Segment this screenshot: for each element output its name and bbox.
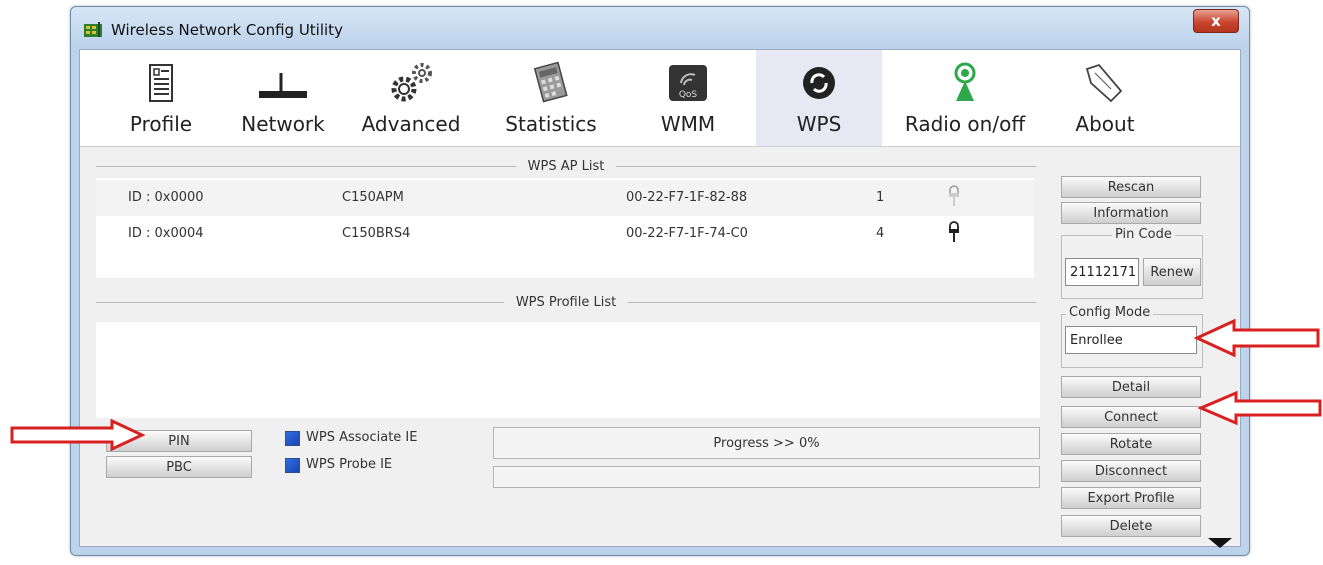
wps-ap-list-title: WPS AP List bbox=[527, 158, 605, 174]
tab-label: About bbox=[1075, 112, 1135, 136]
svg-text:QoS: QoS bbox=[679, 90, 698, 100]
app-icon bbox=[84, 22, 102, 37]
app-window: Wireless Network Config Utility x Profil… bbox=[70, 6, 1250, 556]
ap-list-row[interactable]: ID : 0x0000 C150APM 00-22-F7-1F-82-88 1 bbox=[96, 180, 1034, 216]
tab-label: WPS bbox=[796, 112, 842, 136]
ap-id: ID : 0x0004 bbox=[128, 226, 204, 241]
delete-button[interactable]: Delete bbox=[1061, 515, 1201, 537]
wps-probe-ie-checkbox[interactable] bbox=[285, 458, 300, 473]
radio-icon bbox=[954, 62, 976, 101]
wps-profile-list-header: WPS Profile List bbox=[96, 292, 1037, 312]
wps-probe-ie-label: WPS Probe IE bbox=[306, 457, 393, 472]
tab-label: Network bbox=[241, 112, 325, 136]
tab-about[interactable]: About bbox=[1042, 50, 1168, 146]
export-profile-button[interactable]: Export Profile bbox=[1061, 487, 1201, 509]
rotate-button[interactable]: Rotate bbox=[1061, 433, 1201, 455]
tab-wps[interactable]: WPS bbox=[756, 50, 882, 146]
connect-button[interactable]: Connect bbox=[1061, 406, 1201, 428]
about-icon bbox=[1085, 63, 1123, 103]
wps-profile-list[interactable] bbox=[96, 322, 1040, 418]
tab-label: WMM bbox=[660, 112, 716, 136]
window-title: Wireless Network Config Utility bbox=[111, 21, 343, 39]
tab-network[interactable]: Network bbox=[220, 50, 346, 146]
tab-label: Radio on/off bbox=[904, 112, 1026, 136]
lock-open-icon bbox=[949, 185, 959, 206]
ap-ssid: C150APM bbox=[342, 190, 404, 205]
pbc-button[interactable]: PBC bbox=[106, 456, 252, 478]
red-arrow-config-mode-icon bbox=[1194, 318, 1320, 358]
ap-list-row[interactable]: ID : 0x0004 C150BRS4 00-22-F7-1F-74-C0 4 bbox=[96, 216, 1034, 252]
renew-button[interactable]: Renew bbox=[1143, 258, 1201, 286]
progress-bar: Progress >> 0% bbox=[493, 427, 1040, 459]
ap-bssid: 00-22-F7-1F-74-C0 bbox=[626, 226, 748, 241]
statistics-icon bbox=[533, 61, 568, 103]
lock-closed-icon bbox=[949, 221, 959, 242]
advanced-gears-icon bbox=[391, 63, 432, 102]
ap-channel: 1 bbox=[876, 190, 885, 205]
wps-ap-list-header: WPS AP List bbox=[96, 156, 1037, 176]
tab-label: Statistics bbox=[505, 112, 597, 136]
config-mode-value: Enrollee bbox=[1070, 332, 1123, 348]
wps-icon bbox=[803, 67, 835, 99]
pin-code-label: Pin Code bbox=[1112, 227, 1175, 242]
detail-button[interactable]: Detail bbox=[1061, 376, 1201, 398]
information-button[interactable]: Information bbox=[1061, 202, 1201, 224]
ap-id: ID : 0x0000 bbox=[128, 190, 204, 205]
progress-text: Progress >> 0% bbox=[713, 435, 820, 451]
close-button[interactable]: x bbox=[1193, 9, 1239, 33]
tab-label: Advanced bbox=[361, 112, 461, 136]
wps-associate-ie-checkbox[interactable] bbox=[285, 431, 300, 446]
client-area: Profile Network Advanced Statistics QoS … bbox=[79, 49, 1241, 548]
rescan-button[interactable]: Rescan bbox=[1061, 176, 1201, 198]
tab-wmm[interactable]: QoS WMM bbox=[625, 50, 751, 146]
tab-profile[interactable]: Profile bbox=[98, 50, 224, 146]
progress-bar-secondary bbox=[493, 466, 1040, 488]
tab-statistics[interactable]: Statistics bbox=[488, 50, 614, 146]
wps-associate-ie-label: WPS Associate IE bbox=[306, 430, 418, 445]
wps-ap-list[interactable]: ID : 0x0000 C150APM 00-22-F7-1F-82-88 1 … bbox=[96, 178, 1034, 278]
close-icon: x bbox=[1211, 12, 1221, 30]
wmm-qos-icon: QoS bbox=[669, 65, 707, 101]
disconnect-button[interactable]: Disconnect bbox=[1061, 460, 1201, 482]
config-mode-label: Config Mode bbox=[1066, 305, 1154, 320]
tab-advanced[interactable]: Advanced bbox=[348, 50, 474, 146]
tab-radio-on-off[interactable]: Radio on/off bbox=[890, 50, 1040, 146]
scroll-down-icon[interactable] bbox=[1208, 538, 1232, 548]
title-bar[interactable]: Wireless Network Config Utility x bbox=[71, 7, 1249, 49]
pin-code-field[interactable]: 21112171 bbox=[1065, 258, 1139, 286]
profile-icon bbox=[149, 64, 173, 102]
config-mode-select[interactable]: Enrollee bbox=[1065, 326, 1197, 354]
wps-profile-list-title: WPS Profile List bbox=[515, 294, 617, 310]
tab-label: Profile bbox=[129, 112, 193, 136]
ap-bssid: 00-22-F7-1F-82-88 bbox=[626, 190, 748, 205]
red-arrow-pin-icon bbox=[10, 419, 146, 451]
red-arrow-connect-icon bbox=[1198, 390, 1322, 426]
ap-ssid: C150BRS4 bbox=[342, 226, 411, 241]
ap-channel: 4 bbox=[876, 226, 885, 241]
network-icon bbox=[259, 73, 307, 98]
toolbar: Profile Network Advanced Statistics QoS … bbox=[80, 50, 1240, 147]
